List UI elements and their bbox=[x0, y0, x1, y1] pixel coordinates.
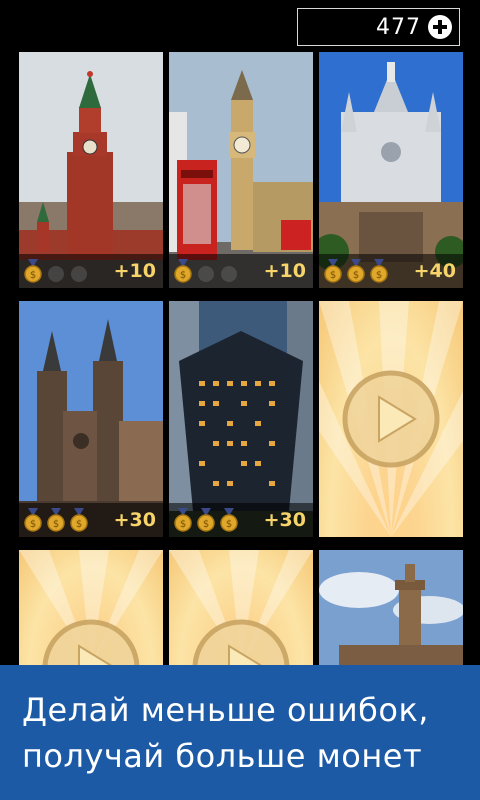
level-tile-locked-1[interactable] bbox=[319, 301, 463, 537]
gold-medal-icon: $ bbox=[24, 259, 42, 283]
svg-text:$: $ bbox=[330, 270, 336, 281]
gold-medal-icon: $ bbox=[174, 259, 192, 283]
empty-medal-icon bbox=[48, 266, 64, 282]
svg-text:$: $ bbox=[180, 519, 186, 530]
medal-row: $ $ $ bbox=[173, 508, 239, 532]
medal-row: $ bbox=[23, 259, 89, 283]
tile-footer: $ $ $ +30 bbox=[19, 503, 163, 537]
level-tile-glass-building[interactable]: $ $ $ +30 bbox=[169, 301, 313, 537]
tile-footer: $ +10 bbox=[169, 254, 313, 288]
level-tile-barcelona[interactable]: $ $ $ +40 bbox=[319, 52, 463, 288]
level-tile-moscow[interactable]: $ +10 bbox=[19, 52, 163, 288]
reward-label: +10 bbox=[263, 260, 306, 282]
play-icon[interactable] bbox=[341, 369, 441, 469]
level-tile-locked-2[interactable] bbox=[19, 550, 163, 665]
glass-skyscraper-image bbox=[169, 301, 313, 537]
svg-text:$: $ bbox=[76, 519, 82, 530]
medal-row: $ $ $ bbox=[23, 508, 89, 532]
svg-text:$: $ bbox=[353, 270, 359, 281]
gold-medal-icon: $ bbox=[174, 508, 192, 532]
palazzo-vecchio-image bbox=[319, 550, 463, 665]
level-tile-locked-3[interactable] bbox=[169, 550, 313, 665]
kremlin-tower-image bbox=[19, 52, 163, 288]
tile-footer: $ $ $ +40 bbox=[319, 254, 463, 288]
tibidabo-church-image bbox=[319, 52, 463, 288]
play-icon[interactable] bbox=[41, 618, 141, 665]
svg-text:$: $ bbox=[180, 270, 186, 281]
gold-medal-icon: $ bbox=[70, 508, 88, 532]
reward-label: +30 bbox=[113, 509, 156, 531]
play-icon[interactable] bbox=[191, 618, 291, 665]
banner-line-1: Делай меньше ошибок, bbox=[22, 690, 429, 729]
hint-banner: Делай меньше ошибок, получай больше моне… bbox=[0, 665, 480, 800]
tile-footer: $ +10 bbox=[19, 254, 163, 288]
gold-medal-icon: $ bbox=[47, 508, 65, 532]
level-tile-amsterdam[interactable]: $ $ $ +30 bbox=[19, 301, 163, 537]
svg-text:$: $ bbox=[226, 519, 232, 530]
medal-row: $ $ $ bbox=[323, 259, 389, 283]
banner-line-2: получай больше монет bbox=[22, 736, 423, 775]
st-nicholas-church-image bbox=[19, 301, 163, 537]
gold-medal-icon: $ bbox=[370, 259, 388, 283]
gold-medal-icon: $ bbox=[347, 259, 365, 283]
svg-text:$: $ bbox=[376, 270, 382, 281]
level-tile-london[interactable]: $ +10 bbox=[169, 52, 313, 288]
svg-text:$: $ bbox=[30, 519, 36, 530]
gold-medal-icon: $ bbox=[24, 508, 42, 532]
svg-text:$: $ bbox=[30, 270, 36, 281]
svg-text:$: $ bbox=[53, 519, 59, 530]
big-ben-image bbox=[169, 52, 313, 288]
reward-label: +40 bbox=[413, 260, 456, 282]
empty-medal-icon bbox=[198, 266, 214, 282]
empty-medal-icon bbox=[71, 266, 87, 282]
gold-medal-icon: $ bbox=[220, 508, 238, 532]
tile-footer: $ $ $ +30 bbox=[169, 503, 313, 537]
gold-medal-icon: $ bbox=[324, 259, 342, 283]
reward-label: +30 bbox=[263, 509, 306, 531]
level-tile-florence[interactable] bbox=[319, 550, 463, 665]
medal-row: $ bbox=[173, 259, 239, 283]
svg-text:$: $ bbox=[203, 519, 209, 530]
reward-label: +10 bbox=[113, 260, 156, 282]
empty-medal-icon bbox=[221, 266, 237, 282]
gold-medal-icon: $ bbox=[197, 508, 215, 532]
